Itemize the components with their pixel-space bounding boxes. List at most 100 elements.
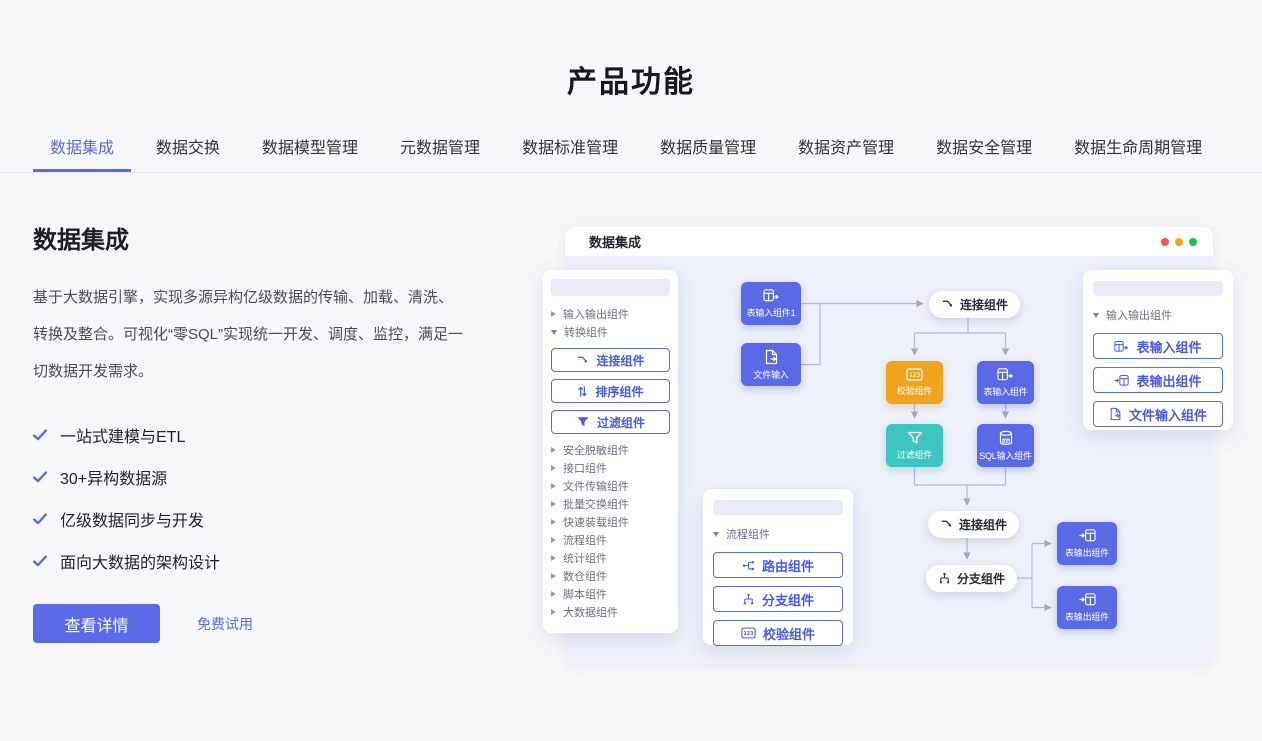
flow-node-table-input-1[interactable]: 表输入组件1 (741, 282, 801, 325)
feature-tabbar: 数据集成 数据交换 数据模型管理 元数据管理 数据标准管理 数据质量管理 数据资… (0, 131, 1262, 173)
file-input-icon (764, 349, 779, 365)
tab-data-standard-mgmt[interactable]: 数据标准管理 (505, 131, 635, 172)
process-components-panel: 流程组件 路由组件 分支组件 (703, 489, 853, 645)
sort-icon (577, 385, 588, 398)
flow-pill-connector-1[interactable]: 连接组件 (929, 291, 1020, 318)
flow-node-filter[interactable]: 过滤组件 (886, 424, 943, 467)
app-mockup-window: 数据集成 (565, 227, 1213, 664)
product-features-section: 产品功能 数据集成 数据交换 数据模型管理 元数据管理 数据标准管理 数据质量管… (0, 0, 1262, 741)
tab-metadata-mgmt[interactable]: 元数据管理 (383, 131, 497, 172)
check-icon (33, 471, 47, 483)
tab-data-quality-mgmt[interactable]: 数据质量管理 (643, 131, 773, 172)
table-output-icon (1079, 592, 1096, 607)
chevron-right-icon (551, 501, 556, 507)
chevron-right-icon (551, 311, 556, 317)
route-icon (742, 559, 755, 572)
group-warehouse-components[interactable]: 数仓组件 (551, 567, 670, 585)
chevron-right-icon (551, 537, 556, 543)
svg-text:123: 123 (743, 631, 753, 637)
sql-input-icon: SQL (998, 430, 1014, 446)
svg-text:123: 123 (909, 372, 920, 379)
component-table-input-button[interactable]: 表输入组件 (1093, 333, 1223, 359)
component-branch-button[interactable]: 分支组件 (713, 586, 843, 612)
group-batch-exchange-components[interactable]: 批量交换组件 (551, 495, 670, 513)
bullet-item: 30+异构数据源 (33, 456, 493, 498)
minimize-dot-icon (1175, 238, 1183, 246)
flow-node-sql-input[interactable]: SQL SQL输入组件 (977, 424, 1034, 467)
filter-icon (576, 416, 590, 428)
component-check-button[interactable]: 123 校验组件 (713, 620, 843, 646)
group-script-components[interactable]: 脚本组件 (551, 585, 670, 603)
tab-data-lifecycle-mgmt[interactable]: 数据生命周期管理 (1057, 131, 1219, 172)
tab-data-integration[interactable]: 数据集成 (33, 131, 131, 172)
bullet-text: 一站式建模与ETL (60, 423, 185, 447)
flow-pill-connector-2[interactable]: 连接组件 (928, 511, 1019, 538)
chevron-right-icon (551, 555, 556, 561)
chevron-right-icon (551, 573, 556, 579)
group-statistics-components[interactable]: 统计组件 (551, 549, 670, 567)
group-fast-load-components[interactable]: 快速装载组件 (551, 513, 670, 531)
chevron-right-icon (551, 447, 556, 453)
window-traffic-lights (1161, 238, 1197, 246)
flow-pill-branch[interactable]: 分支组件 (926, 565, 1017, 592)
table-input-icon (1114, 340, 1129, 353)
check-123-icon: 123 (906, 368, 923, 381)
svg-text:SQL: SQL (1002, 438, 1010, 442)
flow-node-table-output-1[interactable]: 表输出组件 (1057, 522, 1117, 565)
page-title: 产品功能 (0, 57, 1262, 101)
connector-icon (941, 298, 954, 311)
component-filter-button[interactable]: 过滤组件 (551, 410, 670, 434)
table-output-icon (1114, 374, 1129, 387)
branch-icon (742, 593, 755, 606)
bullet-item: 亿级数据同步与开发 (33, 498, 493, 540)
chevron-right-icon (551, 591, 556, 597)
bullet-item: 面向大数据的架构设计 (33, 540, 493, 582)
tab-data-asset-mgmt[interactable]: 数据资产管理 (781, 131, 911, 172)
close-dot-icon (1161, 238, 1169, 246)
component-file-input-button[interactable]: 文件输入组件 (1093, 401, 1223, 427)
bullet-item: 一站式建模与ETL (33, 414, 493, 456)
view-details-button[interactable]: 查看详情 (33, 604, 160, 643)
tab-data-model-mgmt[interactable]: 数据模型管理 (245, 131, 375, 172)
component-sort-button[interactable]: 排序组件 (551, 379, 670, 403)
io-search-input[interactable] (1093, 281, 1223, 296)
component-route-button[interactable]: 路由组件 (713, 552, 843, 578)
group-masking-components[interactable]: 安全脱敏组件 (551, 441, 670, 459)
group-io-components[interactable]: 输入输出组件 (551, 305, 670, 323)
feature-heading: 数据集成 (33, 220, 493, 255)
chevron-right-icon (551, 519, 556, 525)
table-input-icon (763, 288, 780, 303)
maximize-dot-icon (1189, 238, 1197, 246)
check-123-icon: 123 (741, 627, 756, 639)
component-connector-button[interactable]: 连接组件 (551, 348, 670, 372)
group-interface-components[interactable]: 接口组件 (551, 459, 670, 477)
group-bigdata-components[interactable]: 大数据组件 (551, 603, 670, 621)
filter-icon (907, 431, 923, 445)
chevron-right-icon (551, 465, 556, 471)
chevron-down-icon (713, 532, 719, 537)
check-icon (33, 555, 47, 567)
connector-icon (940, 518, 953, 531)
feature-content: 数据集成 基于大数据引擎，实现多源异构亿级数据的传输、加载、清洗、转换及整合。可… (33, 220, 493, 643)
free-trial-link[interactable]: 免费试用 (197, 614, 253, 634)
group-process-components[interactable]: 流程组件 (551, 531, 670, 549)
tab-data-security-mgmt[interactable]: 数据安全管理 (919, 131, 1049, 172)
component-search-input[interactable] (551, 279, 670, 296)
flow-node-table-output-2[interactable]: 表输出组件 (1057, 586, 1117, 629)
component-table-output-button[interactable]: 表输出组件 (1093, 367, 1223, 393)
tab-data-exchange[interactable]: 数据交换 (139, 131, 237, 172)
branch-icon (938, 572, 951, 585)
group-io[interactable]: 输入输出组件 (1093, 305, 1223, 325)
check-icon (33, 513, 47, 525)
connector-icon (576, 354, 589, 367)
feature-description: 基于大数据引擎，实现多源异构亿级数据的传输、加载、清洗、转换及整合。可视化“零S… (33, 279, 467, 390)
flow-node-file-input[interactable]: 文件输入 (741, 343, 801, 386)
group-transform-components[interactable]: 转换组件 (551, 323, 670, 341)
process-search-input[interactable] (713, 500, 843, 515)
mockup-window-title: 数据集成 (589, 232, 641, 251)
flow-node-check[interactable]: 123 校验组件 (886, 361, 943, 404)
group-file-transfer-components[interactable]: 文件传输组件 (551, 477, 670, 495)
chevron-down-icon (1093, 313, 1099, 318)
flow-node-table-input[interactable]: 表输入组件 (977, 361, 1034, 404)
group-process[interactable]: 流程组件 (713, 524, 843, 544)
